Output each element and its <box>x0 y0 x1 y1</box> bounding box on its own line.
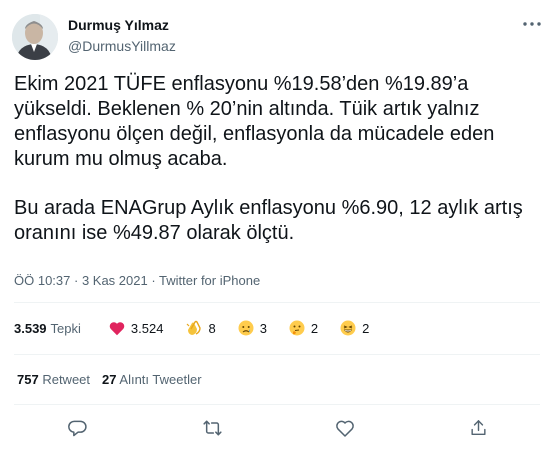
tweet-meta: ÖÖ 10:37 · 3 Kas 2021 · Twitter for iPho… <box>14 273 260 288</box>
meta-separator: · <box>70 273 82 288</box>
quote-count: 27 <box>102 372 117 387</box>
divider <box>14 302 540 303</box>
tweet-paragraph-2: Bu arada ENAGrup Aylık enflasyonu %6.90,… <box>14 197 523 244</box>
reactions-row: 3.539 Tepki 3.524 8 3 2 2 <box>14 318 391 338</box>
divider <box>14 354 540 355</box>
reaction-count: 2 <box>310 320 319 336</box>
tweet-date[interactable]: 3 Kas 2021 <box>82 273 148 288</box>
reaction-heart[interactable]: 3.524 <box>109 320 164 336</box>
heart-icon <box>109 321 125 335</box>
action-bar <box>0 416 553 440</box>
tweet: Durmuş Yılmaz @DurmusYillmaz Ekim 2021 T… <box>0 0 553 453</box>
tweet-time[interactable]: ÖÖ 10:37 <box>14 273 70 288</box>
reaction-count: 3.524 <box>130 320 164 336</box>
thinking-face-icon <box>289 320 305 336</box>
sad-face-icon <box>238 320 254 336</box>
reaction-sad[interactable]: 3 <box>238 320 267 336</box>
meta-separator: · <box>147 273 160 288</box>
reactions-total-count[interactable]: 3.539 <box>14 321 47 336</box>
tweet-paragraph-1: Ekim 2021 TÜFE enflasyonu %19.58’den %19… <box>14 73 495 170</box>
reply-icon[interactable] <box>66 416 90 440</box>
reactions-total-label[interactable]: Tepki <box>51 321 81 336</box>
reaction-laugh[interactable]: 2 <box>340 320 369 336</box>
retweet-stat[interactable]: 757 Retweet <box>17 372 90 387</box>
more-options-icon[interactable] <box>520 16 544 32</box>
tweet-text: Ekim 2021 TÜFE enflasyonu %19.58’den %19… <box>14 72 544 246</box>
retweet-count: 757 <box>17 372 39 387</box>
engagement-stats: 757 Retweet 27 Alıntı Tweetler <box>17 372 214 387</box>
like-icon[interactable] <box>333 416 357 440</box>
laughing-face-icon <box>340 320 356 336</box>
quote-label: Alıntı Tweetler <box>119 372 202 387</box>
retweet-label: Retweet <box>42 372 91 387</box>
share-icon[interactable] <box>466 416 490 440</box>
author-name[interactable]: Durmuş Yılmaz <box>68 17 169 33</box>
quote-tweets-stat[interactable]: 27 Alıntı Tweetler <box>102 372 202 387</box>
divider <box>14 404 540 405</box>
author-handle[interactable]: @DurmusYillmaz <box>68 38 176 54</box>
reaction-count: 8 <box>208 320 216 336</box>
clapping-hands-icon <box>187 320 202 335</box>
reaction-thinking[interactable]: 2 <box>289 320 318 336</box>
avatar[interactable] <box>12 14 58 60</box>
reaction-count: 3 <box>259 320 267 336</box>
tweet-source[interactable]: Twitter for iPhone <box>159 273 260 288</box>
reaction-clap[interactable]: 8 <box>185 320 216 336</box>
reaction-count: 2 <box>362 320 370 336</box>
retweet-icon[interactable] <box>200 416 224 440</box>
